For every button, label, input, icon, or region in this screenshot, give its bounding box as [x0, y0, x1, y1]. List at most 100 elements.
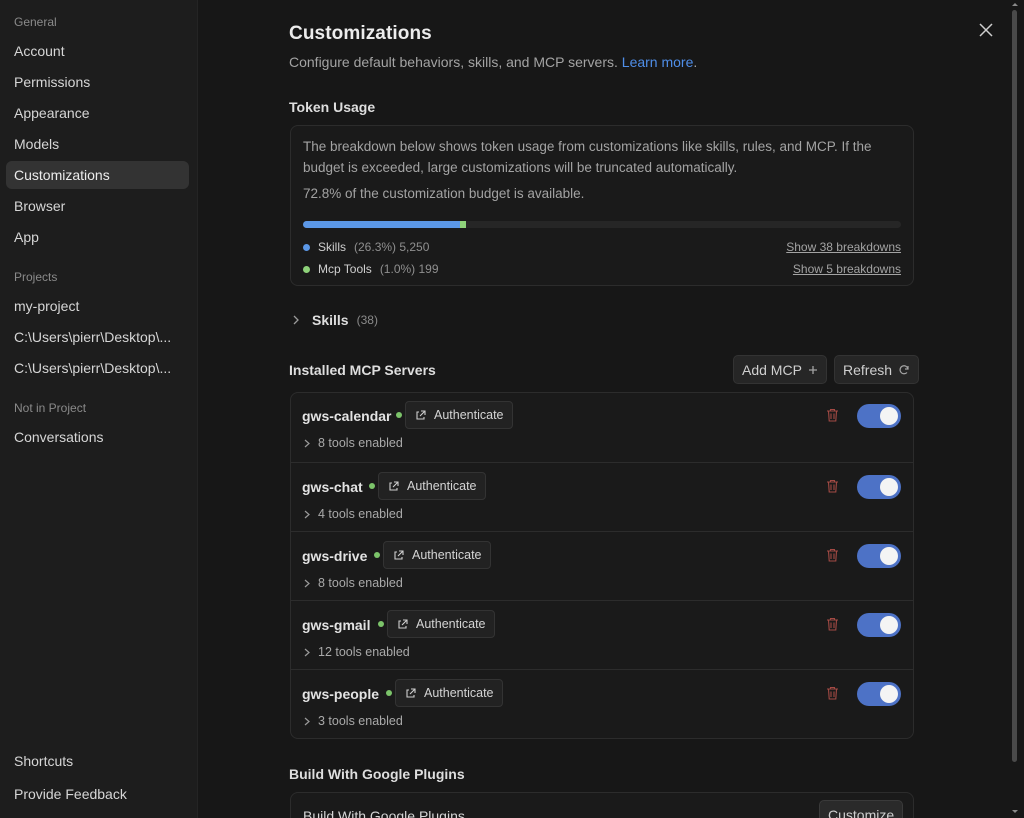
- tools-enabled-label: 3 tools enabled: [318, 714, 403, 728]
- external-link-icon: [406, 687, 416, 698]
- mcp-servers-heading: Installed MCP Servers: [289, 362, 436, 378]
- tools-enabled-label: 8 tools enabled: [318, 436, 403, 450]
- sidebar-item-project[interactable]: C:\Users\pierr\Desktop\...: [6, 323, 189, 351]
- sidebar-item-customizations[interactable]: Customizations: [6, 161, 189, 189]
- legend-dot-mcp: [303, 265, 310, 273]
- mcp-server-row: gws-drive Authenticate 8 tools enabled: [290, 531, 914, 600]
- sidebar-item-project[interactable]: my-project: [6, 292, 189, 320]
- close-button[interactable]: [976, 20, 996, 40]
- sidebar-item-shortcuts[interactable]: Shortcuts: [6, 747, 189, 775]
- mcp-server-name: gws-people: [302, 686, 380, 702]
- chevron-right-icon: [304, 648, 310, 656]
- chevron-right-icon: [293, 315, 299, 325]
- status-dot: [369, 483, 375, 489]
- server-enabled-toggle[interactable]: [857, 404, 901, 428]
- chevron-right-icon: [304, 579, 310, 587]
- sidebar-item-permissions[interactable]: Permissions: [6, 68, 189, 96]
- tools-enabled-toggle[interactable]: 8 tools enabled: [304, 436, 403, 450]
- server-enabled-toggle[interactable]: [857, 475, 901, 499]
- legend-dot-skills: [303, 243, 310, 251]
- mcp-server-row: gws-calendar Authenticate 8 tools enabled: [290, 392, 914, 461]
- show-skills-breakdowns-link[interactable]: Show 38 breakdowns: [786, 240, 901, 254]
- legend-row-skills: Skills (26.3%) 5,250: [303, 240, 429, 254]
- mcp-server-name: gws-chat: [302, 479, 363, 495]
- sidebar-item-browser[interactable]: Browser: [6, 192, 189, 220]
- authenticate-button[interactable]: Authenticate: [395, 679, 503, 707]
- authenticate-button[interactable]: Authenticate: [405, 401, 513, 429]
- skills-collapsible[interactable]: Skills (38): [292, 312, 378, 328]
- page-title: Customizations: [289, 23, 432, 44]
- mcp-server-row: gws-gmail Authenticate 12 tools enabled: [290, 600, 914, 669]
- sidebar-item-feedback[interactable]: Provide Feedback: [6, 780, 189, 808]
- settings-sidebar: General Account Permissions Appearance M…: [0, 0, 198, 818]
- trash-icon[interactable]: [826, 548, 839, 562]
- chevron-right-icon: [304, 439, 310, 447]
- token-usage-description: The breakdown below shows token usage fr…: [303, 139, 872, 175]
- mcp-server-name: gws-gmail: [302, 617, 371, 633]
- status-dot: [378, 621, 384, 627]
- sidebar-item-appearance[interactable]: Appearance: [6, 99, 189, 127]
- trash-icon[interactable]: [826, 408, 839, 422]
- server-enabled-toggle[interactable]: [857, 682, 901, 706]
- token-usage-heading: Token Usage: [289, 99, 376, 115]
- tools-enabled-toggle[interactable]: 4 tools enabled: [304, 507, 403, 521]
- external-link-icon: [394, 549, 404, 560]
- subtitle-period: .: [693, 54, 698, 70]
- sidebar-item-conversations[interactable]: Conversations: [6, 423, 189, 451]
- sidebar-item-app[interactable]: App: [6, 223, 189, 251]
- mcp-server-row: gws-people Authenticate 3 tools enabled: [290, 669, 914, 738]
- authenticate-label: Authenticate: [424, 686, 494, 700]
- sidebar-item-project[interactable]: C:\Users\pierr\Desktop\...: [6, 354, 189, 382]
- scroll-up-icon[interactable]: [1010, 0, 1020, 8]
- tools-enabled-label: 8 tools enabled: [318, 576, 403, 590]
- server-enabled-toggle[interactable]: [857, 613, 901, 637]
- legend-mcp-meta: (1.0%) 199: [379, 262, 439, 276]
- plugins-row-label: Build With Google Plugins: [303, 808, 465, 818]
- progress-mcp-segment: [460, 221, 467, 228]
- refresh-icon: [899, 364, 909, 374]
- authenticate-button[interactable]: Authenticate: [383, 541, 491, 569]
- learn-more-link[interactable]: Learn more: [622, 54, 694, 70]
- status-dot: [396, 412, 402, 418]
- legend-skills-meta: (26.3%) 5,250: [354, 240, 430, 254]
- authenticate-button[interactable]: Authenticate: [387, 610, 495, 638]
- chevron-right-icon: [304, 510, 310, 518]
- progress-skills-segment: [303, 221, 461, 228]
- authenticate-label: Authenticate: [407, 479, 477, 493]
- close-icon: [979, 23, 993, 37]
- trash-icon[interactable]: [826, 479, 839, 493]
- legend-skills-label: Skills: [318, 240, 347, 254]
- budget-progress-bar: [303, 221, 901, 228]
- add-mcp-button[interactable]: Add MCP: [733, 355, 827, 384]
- skills-label: Skills: [312, 312, 349, 328]
- authenticate-label: Authenticate: [416, 617, 486, 631]
- tools-enabled-toggle[interactable]: 8 tools enabled: [304, 576, 403, 590]
- tools-enabled-toggle[interactable]: 12 tools enabled: [304, 645, 410, 659]
- status-dot: [386, 690, 392, 696]
- scroll-down-icon[interactable]: [1010, 808, 1020, 816]
- tools-enabled-toggle[interactable]: 3 tools enabled: [304, 714, 403, 728]
- refresh-button[interactable]: Refresh: [834, 355, 920, 384]
- section-not-in-project-label: Not in Project: [14, 401, 87, 415]
- authenticate-button[interactable]: Authenticate: [378, 472, 486, 500]
- trash-icon[interactable]: [826, 617, 839, 631]
- legend-mcp-label: Mcp Tools: [318, 262, 372, 276]
- subtitle-text: Configure default behaviors, skills, and…: [289, 54, 618, 70]
- server-enabled-toggle[interactable]: [857, 544, 901, 568]
- trash-icon[interactable]: [826, 686, 839, 700]
- sidebar-item-models[interactable]: Models: [6, 130, 189, 158]
- budget-available-text: 72.8% of the customization budget is ava…: [303, 186, 585, 201]
- sidebar-item-account[interactable]: Account: [6, 37, 189, 65]
- scrollbar-thumb[interactable]: [1012, 10, 1017, 762]
- add-mcp-label: Add MCP: [742, 361, 802, 378]
- status-dot: [374, 552, 380, 558]
- external-link-icon: [398, 618, 408, 629]
- section-general-label: General: [14, 15, 57, 29]
- plugins-heading: Build With Google Plugins: [289, 766, 465, 782]
- refresh-label: Refresh: [843, 361, 893, 378]
- external-link-icon: [389, 480, 399, 491]
- authenticate-label: Authenticate: [412, 548, 482, 562]
- customize-button[interactable]: Customize: [819, 800, 904, 818]
- chevron-right-icon: [304, 717, 310, 725]
- show-mcp-breakdowns-link[interactable]: Show 5 breakdowns: [793, 262, 901, 276]
